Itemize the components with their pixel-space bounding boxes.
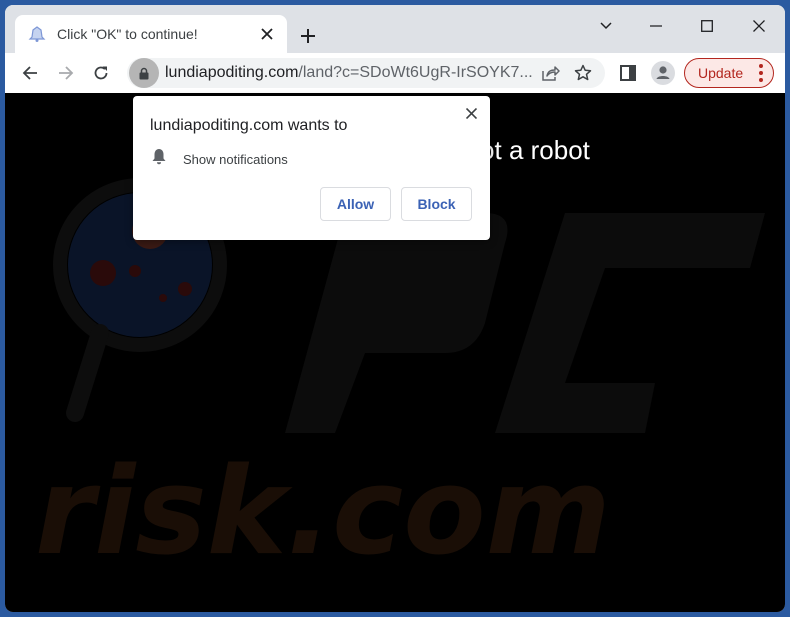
url-path: /land?c=SDoWt6UgR-IrSOYK7... [298, 64, 533, 81]
watermark-letter-c [495, 213, 765, 433]
allow-button[interactable]: Allow [320, 187, 391, 221]
reload-icon[interactable] [87, 59, 115, 87]
toolbar: lundiapoditing.com/land?c=SDoWt6UgR-IrSO… [5, 53, 785, 93]
tab-strip: Click "OK" to continue! [5, 5, 785, 53]
minimize-icon[interactable] [633, 11, 679, 41]
magnifier-handle [66, 324, 109, 422]
maximize-icon[interactable] [684, 11, 730, 41]
more-menu-icon[interactable] [759, 64, 764, 82]
active-tab[interactable]: Click "OK" to continue! [15, 15, 287, 53]
forward-arrow-icon[interactable] [52, 59, 80, 87]
tab-title: Click "OK" to continue! [57, 26, 198, 42]
update-label: Update [698, 65, 744, 81]
block-button[interactable]: Block [401, 187, 472, 221]
address-bar[interactable]: lundiapoditing.com/land?c=SDoWt6UgR-IrSO… [127, 58, 605, 88]
lens-dot [178, 282, 192, 296]
side-panel-icon[interactable] [614, 59, 642, 87]
back-arrow-icon[interactable] [16, 59, 44, 87]
popup-close-icon[interactable] [462, 104, 480, 122]
bell-favicon-icon [27, 24, 47, 44]
watermark-letter-p [285, 213, 508, 433]
lens-dot [90, 260, 116, 286]
bell-icon [151, 148, 167, 170]
tab-close-icon[interactable] [255, 22, 279, 46]
browser-window: Click "OK" to continue! lundiapoditing.c… [5, 5, 785, 612]
close-icon[interactable] [736, 11, 782, 41]
url-text[interactable]: lundiapoditing.com/land?c=SDoWt6UgR-IrSO… [165, 64, 537, 82]
url-domain: lundiapoditing.com [165, 64, 299, 81]
tab-search-chevron-down-icon[interactable] [583, 11, 629, 41]
new-tab-button[interactable] [295, 23, 321, 49]
notification-permission-popup: lundiapoditing.com wants to Show notific… [133, 96, 490, 240]
lens-dot [129, 265, 141, 277]
bookmark-star-icon[interactable] [569, 59, 597, 87]
share-icon[interactable] [537, 59, 565, 87]
permission-row: Show notifications [151, 148, 288, 170]
profile-avatar-icon[interactable] [649, 59, 677, 87]
watermark-risk-text: risk.com [35, 443, 611, 582]
lens-dot [159, 294, 167, 302]
popup-title: lundiapoditing.com wants to [150, 117, 348, 134]
permission-label: Show notifications [183, 151, 288, 167]
update-button[interactable]: Update [684, 58, 774, 88]
lock-icon[interactable] [129, 58, 159, 88]
